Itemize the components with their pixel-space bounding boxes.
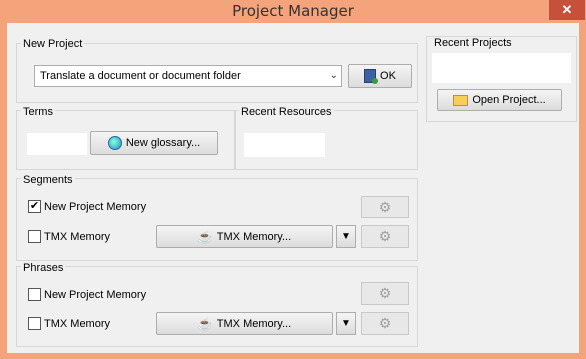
close-icon: ✕ bbox=[561, 2, 573, 17]
recent-resources-group: Recent Resources bbox=[234, 106, 418, 170]
gear-icon: ⚙ bbox=[378, 198, 392, 215]
globe-icon bbox=[107, 136, 122, 150]
segments-group: Segments ✔ New Project Memory ⚙ TMX Memo… bbox=[16, 174, 418, 261]
chevron-down-icon: ⌄ bbox=[329, 70, 338, 81]
recent-projects-list[interactable] bbox=[432, 53, 571, 83]
new-project-group: New Project Translate a document or docu… bbox=[16, 38, 418, 103]
phrases-tmx-memory-settings-button[interactable]: ⚙ bbox=[361, 312, 409, 335]
open-project-button[interactable]: Open Project... bbox=[437, 89, 562, 111]
terms-list[interactable] bbox=[27, 133, 87, 155]
phrases-new-project-memory-checkbox[interactable] bbox=[28, 288, 41, 301]
open-project-label: Open Project... bbox=[472, 94, 546, 106]
window-content: New Project Translate a document or docu… bbox=[7, 23, 579, 353]
segments-tmx-memory-checkbox[interactable] bbox=[28, 230, 41, 243]
project-type-value: Translate a document or document folder bbox=[40, 70, 241, 82]
recent-resources-label: Recent Resources bbox=[239, 106, 334, 118]
recent-projects-group: Recent Projects Open Project... bbox=[426, 36, 577, 122]
new-project-label: New Project bbox=[21, 38, 85, 50]
segments-tmx-memory-settings-button[interactable]: ⚙ bbox=[361, 225, 409, 248]
phrases-label: Phrases bbox=[21, 262, 66, 274]
ok-button-label: OK bbox=[380, 70, 396, 82]
gear-icon: ⚙ bbox=[378, 228, 392, 244]
window-title: Project Manager bbox=[232, 2, 354, 20]
segments-new-project-memory-settings-button[interactable]: ⚙ bbox=[361, 196, 409, 218]
phrases-tmx-memory-checkbox[interactable] bbox=[28, 317, 41, 330]
project-type-combo[interactable]: Translate a document or document folder … bbox=[34, 65, 342, 87]
dropdown-icon: ▼ bbox=[341, 318, 351, 329]
phrases-new-project-memory-settings-button[interactable]: ⚙ bbox=[361, 282, 409, 305]
terms-group: Terms New glossary... bbox=[16, 106, 236, 170]
segments-label: Segments bbox=[21, 174, 75, 186]
gear-icon: ⚙ bbox=[378, 315, 392, 331]
segments-new-project-memory-label: New Project Memory bbox=[44, 200, 147, 213]
dropdown-icon: ▼ bbox=[341, 231, 351, 242]
phrases-group: Phrases New Project Memory ⚙ TMX Memory … bbox=[16, 262, 418, 347]
segments-tmx-dropdown-button[interactable]: ▼ bbox=[336, 225, 356, 248]
segments-tmx-memory-row[interactable]: TMX Memory bbox=[28, 230, 110, 243]
new-glossary-button[interactable]: New glossary... bbox=[90, 131, 218, 155]
segments-new-project-memory-row[interactable]: ✔ New Project Memory bbox=[28, 200, 146, 213]
title-bar: Project Manager ✕ bbox=[0, 0, 586, 23]
phrases-tmx-memory-button[interactable]: ☕ TMX Memory... bbox=[156, 312, 333, 335]
segments-tmx-memory-button[interactable]: ☕ TMX Memory... bbox=[156, 225, 333, 248]
check-icon: ✔ bbox=[29, 200, 40, 212]
cup-icon: ☕ bbox=[197, 229, 213, 244]
close-button[interactable]: ✕ bbox=[549, 0, 585, 20]
ok-button[interactable]: OK bbox=[348, 64, 412, 88]
phrases-tmx-memory-button-label: TMX Memory... bbox=[216, 317, 292, 330]
segments-tmx-memory-button-label: TMX Memory... bbox=[216, 230, 292, 243]
folder-icon bbox=[453, 94, 469, 106]
phrases-tmx-memory-row[interactable]: TMX Memory bbox=[28, 317, 110, 330]
ok-icon bbox=[364, 69, 379, 84]
recent-resources-list[interactable] bbox=[244, 133, 325, 157]
segments-new-project-memory-checkbox[interactable]: ✔ bbox=[28, 200, 41, 213]
terms-label: Terms bbox=[21, 106, 55, 118]
phrases-new-project-memory-row[interactable]: New Project Memory bbox=[28, 288, 146, 301]
gear-icon: ⚙ bbox=[378, 285, 392, 301]
recent-projects-label: Recent Projects bbox=[432, 37, 514, 49]
phrases-tmx-memory-label: TMX Memory bbox=[44, 317, 110, 330]
cup-icon: ☕ bbox=[197, 316, 213, 331]
phrases-tmx-dropdown-button[interactable]: ▼ bbox=[336, 312, 356, 335]
phrases-new-project-memory-label: New Project Memory bbox=[44, 288, 147, 301]
new-glossary-label: New glossary... bbox=[125, 137, 201, 149]
segments-tmx-memory-label: TMX Memory bbox=[44, 230, 110, 243]
